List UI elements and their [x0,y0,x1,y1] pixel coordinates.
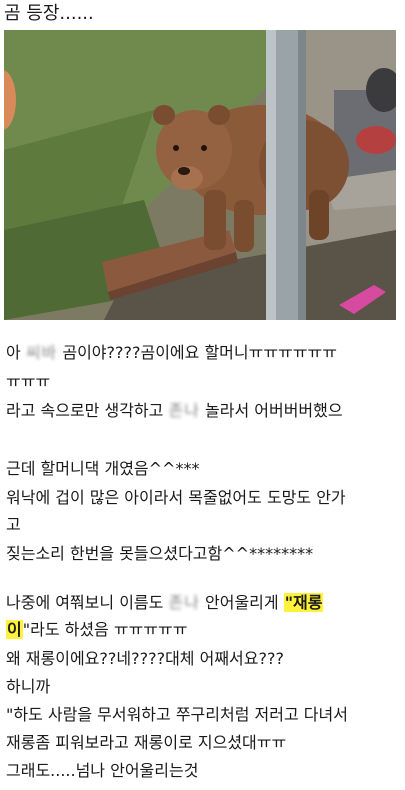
text-segment: 곰이야????곰이에요 할머니ㅠㅠㅠㅠㅠㅠ [57,343,337,362]
text-line-13: 재롱좀 피워보라고 재롱이로 지으셨대ㅠㅠ [6,733,287,752]
text-line-14: 그래도.....넘나 안어울리는것 [6,761,199,780]
text-line-4: 근데 할머니댁 개였음^^*** [6,459,200,478]
censored-word: 씨바 [25,343,58,362]
text-segment: 라고 속으로만 생각하고 [6,401,169,420]
text-line-10: 왜 재롱이에요??네????대체 어째서요??? [6,649,284,668]
text-line-6: 고 [6,515,21,534]
post-page: 곰 등장...... 아 씨바 곰이야????곰이에요 할머니ㅠㅠㅠㅠㅠㅠ ㅠㅠ… [0,0,405,790]
text-line-2: ㅠㅠㅠ [6,372,51,391]
text-line-9: 이"라도 하셨음 ㅠㅠㅠㅠㅠ [6,619,187,641]
text-line-3: 라고 속으로만 생각하고 존나 놀라서 어버버버했으 [6,400,343,422]
text-line-1: 아 씨바 곰이야????곰이에요 할머니ㅠㅠㅠㅠㅠㅠ [6,342,337,364]
text-line-8: 나중에 여쭤보니 이름도 존나 안어울리게 "재롱 [6,592,324,614]
highlighted-name: "재롱 [283,593,324,612]
text-segment: "라도 하셨음 ㅠㅠㅠㅠㅠ [22,620,188,639]
text-line-5: 워낙에 겁이 많은 아이라서 목줄없어도 도망도 안가 [6,488,346,507]
brown-dog-photo-icon [4,30,396,320]
post-title: 곰 등장...... [4,3,94,24]
text-segment: 아 [6,343,26,362]
text-segment: 놀라서 어버버버했으 [199,401,343,420]
text-line-12: "하도 사람을 무서워하고 쭈구리처럼 저러고 다녀서 [6,705,348,724]
censored-word: 존나 [168,593,200,612]
censored-word: 존나 [168,401,200,420]
text-line-7: 짖는소리 한번을 못들으셨다고함^^******** [6,544,314,563]
text-segment: 나중에 여쭤보니 이름도 [6,593,169,612]
highlighted-name: 이 [6,620,23,639]
text-line-11: 하니까 [6,677,51,696]
dog-photo [4,30,396,320]
text-segment: 안어울리게 [199,593,284,612]
